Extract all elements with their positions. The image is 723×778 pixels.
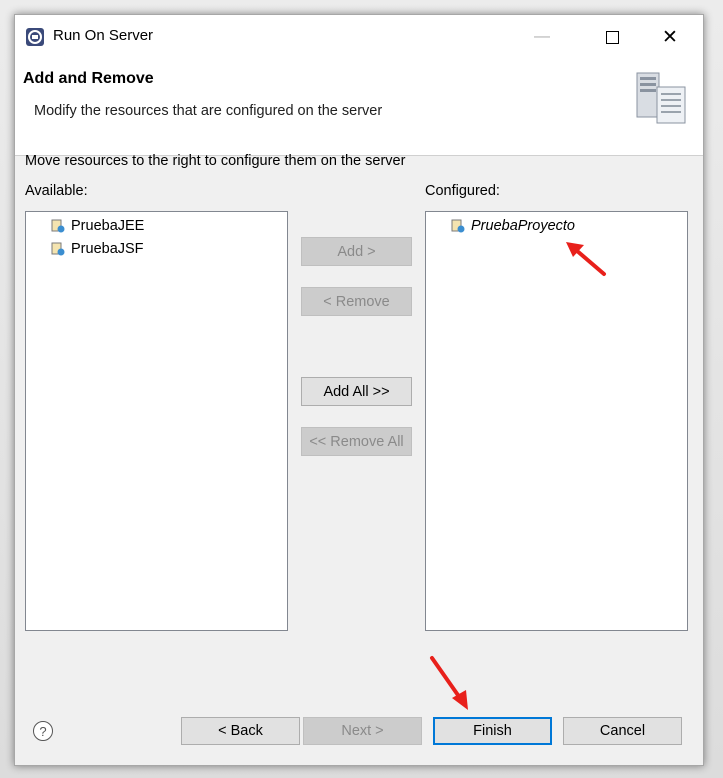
- page-title: Add and Remove: [23, 70, 154, 87]
- maximize-icon: [605, 30, 619, 44]
- configured-label: Configured:: [425, 183, 500, 199]
- cancel-button[interactable]: Cancel: [563, 717, 682, 745]
- list-item[interactable]: PruebaProyecto: [451, 218, 575, 234]
- eclipse-server-icon: [26, 28, 44, 46]
- next-button[interactable]: Next >: [303, 717, 422, 745]
- list-item[interactable]: PruebaJSF: [51, 241, 144, 257]
- remove-all-button[interactable]: << Remove All: [301, 427, 412, 456]
- close-icon: ✕: [662, 26, 678, 48]
- maximize-button[interactable]: [589, 15, 635, 59]
- annotation-arrow-finish: [430, 656, 468, 710]
- add-all-button[interactable]: Add All >>: [301, 377, 412, 406]
- list-item[interactable]: PruebaJEE: [51, 218, 144, 234]
- finish-button[interactable]: Finish: [433, 717, 552, 745]
- instruction-text: Move resources to the right to configure…: [25, 153, 406, 169]
- wizard-header: Add and Remove Modify the resources that…: [15, 59, 703, 156]
- minimize-icon: —: [534, 28, 550, 45]
- back-button[interactable]: < Back: [181, 717, 300, 745]
- close-button[interactable]: ✕: [647, 15, 693, 59]
- minimize-button[interactable]: —: [519, 15, 565, 59]
- title-bar: Run On Server — ✕: [15, 15, 703, 59]
- annotation-arrow-configured: [566, 242, 606, 276]
- configured-list[interactable]: PruebaProyecto: [425, 211, 688, 631]
- run-on-server-dialog: Run On Server — ✕ Add and Remove Modify …: [14, 14, 704, 766]
- available-list[interactable]: PruebaJEE PruebaJSF: [25, 211, 288, 631]
- available-label: Available:: [25, 183, 88, 199]
- help-icon[interactable]: ?: [33, 721, 53, 741]
- remove-button[interactable]: < Remove: [301, 287, 412, 316]
- web-project-icon: [51, 242, 65, 256]
- web-project-icon: [51, 219, 65, 233]
- window-title: Run On Server: [53, 27, 154, 44]
- server-banner-icon: [636, 72, 686, 124]
- page-description: Modify the resources that are configured…: [34, 103, 383, 119]
- add-button[interactable]: Add >: [301, 237, 412, 266]
- web-project-icon: [451, 219, 465, 233]
